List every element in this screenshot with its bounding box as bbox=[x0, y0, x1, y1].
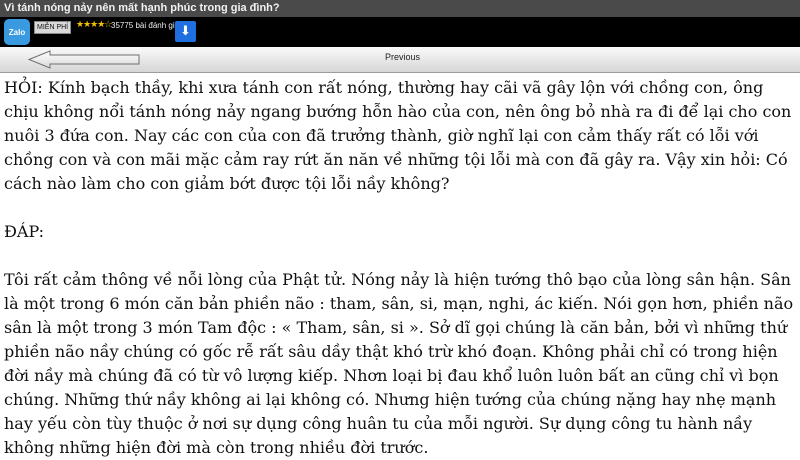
free-badge: MIỄN PHÍ bbox=[34, 21, 72, 34]
answer-paragraph: Tôi rất cảm thông về nỗi lòng của Phật t… bbox=[4, 270, 794, 457]
download-button[interactable]: ⬇ bbox=[175, 21, 196, 42]
back-button[interactable] bbox=[27, 50, 140, 69]
answer-heading: ĐÁP: bbox=[4, 222, 45, 241]
arrow-left-icon bbox=[27, 50, 140, 69]
window-title: Vì tánh nóng nảy nên mất hạnh phúc trong… bbox=[0, 0, 800, 17]
previous-label[interactable]: Previous bbox=[385, 52, 420, 62]
rating-stars: ★★★★☆ bbox=[76, 20, 112, 30]
ad-banner[interactable]: Zalo MIỄN PHÍ ★★★★☆ 35775 bài đánh giá ⬇ bbox=[0, 17, 800, 70]
rating-count: 35775 bài đánh giá bbox=[111, 21, 180, 30]
question-paragraph: HỎI: Kính bạch thầy, khi xưa tánh con rấ… bbox=[4, 78, 792, 193]
article-content: HỎI: Kính bạch thầy, khi xưa tánh con rấ… bbox=[4, 76, 796, 460]
ad-page-dots bbox=[96, 36, 126, 70]
navigation-bar: Previous bbox=[0, 47, 800, 73]
zalo-app-icon[interactable]: Zalo bbox=[4, 19, 30, 45]
download-arrow-icon: ⬇ bbox=[180, 24, 191, 39]
